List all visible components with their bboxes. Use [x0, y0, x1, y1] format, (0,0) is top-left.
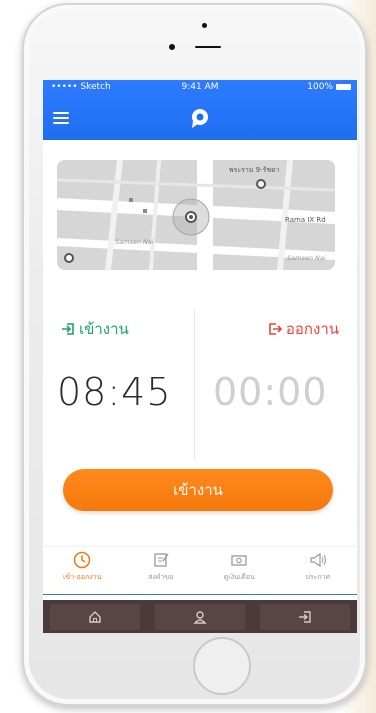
checkin-icon [62, 323, 74, 335]
tab-label: เข้า-ออกงาน [63, 573, 102, 581]
tab-salary[interactable]: ดูเงินเดือน [200, 547, 279, 595]
front-camera [169, 44, 175, 50]
home-button[interactable] [193, 637, 251, 695]
map-label-1: Rama IX Rd [285, 216, 326, 224]
battery-percent: 100% [307, 82, 333, 92]
dock-logout[interactable] [259, 603, 350, 630]
time-divider [194, 310, 195, 460]
tab-request[interactable]: ส่งคำขอ [122, 547, 201, 595]
tab-announcement[interactable]: ประกาศ [279, 547, 358, 595]
checkout-icon [269, 323, 282, 335]
tab-checkin-checkout[interactable]: เข้า-ออกงาน [43, 547, 122, 595]
checkout-label: ออกงาน [285, 320, 339, 338]
app-header: ••••• Sketch 9:41 AM 100% [43, 80, 357, 140]
megaphone-icon [310, 552, 326, 568]
dock-profile[interactable] [154, 603, 245, 630]
earpiece-speaker [195, 46, 221, 48]
checkin-label: เข้างาน [79, 320, 129, 338]
system-dock [43, 600, 357, 633]
map-graphic: พระราม 9-รัชดา Rama IX Rd Samsen Nai Sam… [57, 160, 335, 270]
hamburger-menu-icon[interactable] [53, 112, 69, 124]
map-label-3: Samsen Nai [287, 254, 326, 262]
tab-label: ดูเงินเดือน [223, 573, 255, 581]
bottom-navigation: เข้า-ออกงาน ส่งคำขอ ดูเงินเดือน ประกาศ [43, 546, 357, 595]
edit-icon [154, 553, 169, 567]
app-logo-icon [192, 109, 208, 128]
map-label-2: Samsen Nai [115, 238, 154, 246]
home-icon [89, 610, 102, 623]
checkout-heading: ออกงาน [268, 317, 339, 341]
money-icon [231, 555, 247, 566]
checkin-heading: เข้างาน [61, 317, 129, 341]
status-bar: ••••• Sketch 9:41 AM 100% [43, 80, 357, 94]
battery-icon [336, 84, 351, 90]
map-label-0: พระราม 9-รัชดา [229, 166, 280, 174]
clock-icon [74, 551, 91, 569]
app-screen: ••••• Sketch 9:41 AM 100% พระราม 9-รัชดา… [43, 80, 357, 633]
nav-separator-line [43, 594, 357, 595]
user-icon [193, 610, 207, 624]
tab-label: ส่งคำขอ [148, 573, 174, 581]
dock-home[interactable] [50, 603, 141, 630]
checkin-button[interactable]: เข้างาน [63, 469, 333, 511]
camera-dot [202, 23, 207, 28]
location-map[interactable]: พระราม 9-รัชดา Rama IX Rd Samsen Nai Sam… [57, 160, 335, 270]
logout-icon [298, 610, 311, 623]
checkout-time: 00:00 [213, 370, 328, 414]
checkin-time: 08:45 [57, 370, 172, 414]
tab-label: ประกาศ [305, 573, 331, 581]
